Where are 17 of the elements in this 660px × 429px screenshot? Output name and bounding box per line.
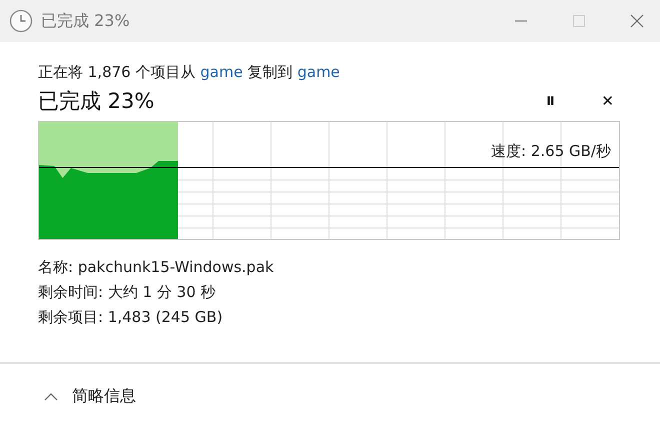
close-icon xyxy=(630,14,644,28)
progress-heading: 已完成 23% xyxy=(38,88,154,115)
folder-link[interactable]: game xyxy=(200,63,243,81)
detail-text: 名称: pakchunk15-Windows.pak xyxy=(38,257,275,278)
maximize-icon xyxy=(572,14,586,28)
chevron-icon xyxy=(44,392,58,402)
copy-summary: 正在将 1,876 个项目从 game 复制到 game xyxy=(38,62,341,83)
minimize-icon xyxy=(514,20,528,22)
window-title: 已完成 23% xyxy=(41,10,130,32)
pause-button[interactable]: II xyxy=(542,92,558,110)
speed-label: 速度: 2.65 GB/秒 xyxy=(491,142,611,161)
details-toggle[interactable]: 简略信息 xyxy=(44,386,136,407)
folder-link[interactable]: game xyxy=(297,63,340,81)
detail-text: 剩余项目: 1,483 (245 GB) xyxy=(38,307,224,328)
clock-icon xyxy=(9,9,33,33)
detail-text: 剩余时间: 大约 1 分 30 秒 xyxy=(38,282,217,303)
cancel-button[interactable]: ✕ xyxy=(597,92,618,110)
